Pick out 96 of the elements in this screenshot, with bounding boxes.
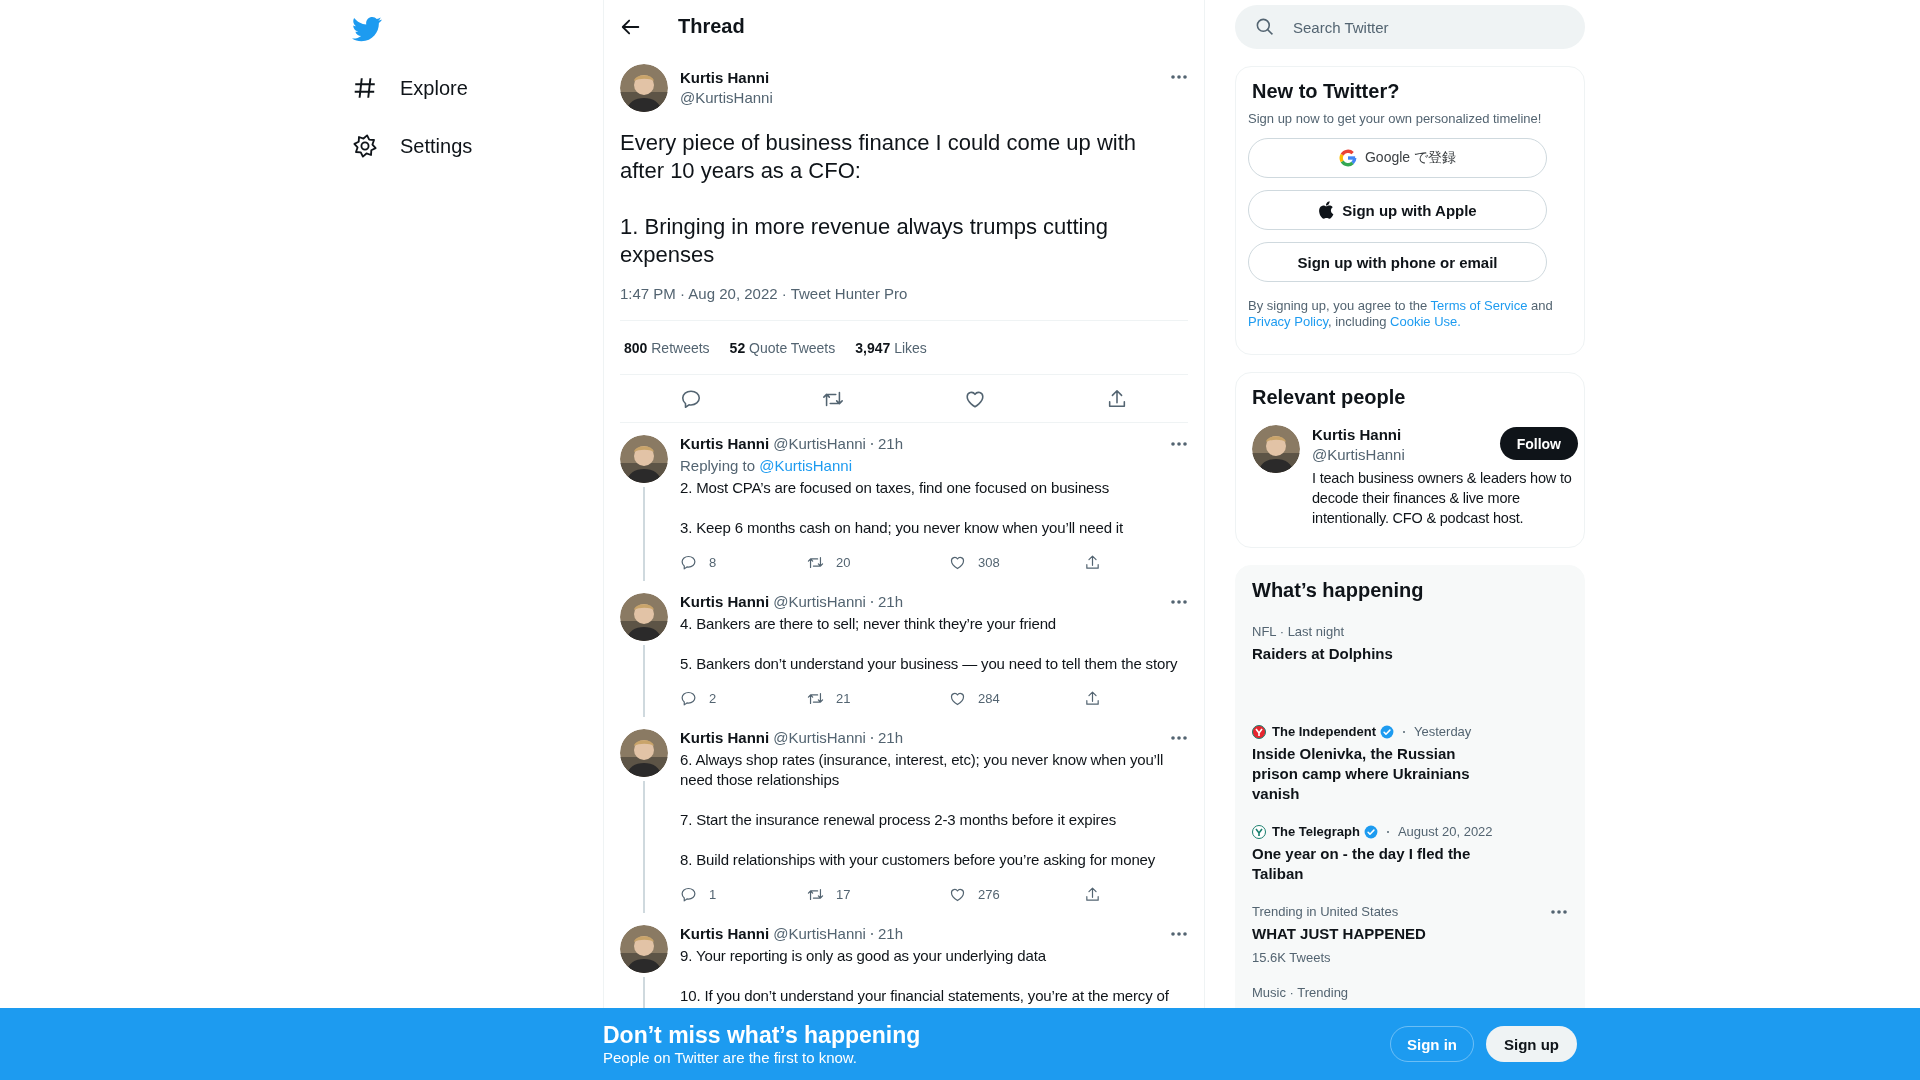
author-handle: @KurtisHanni (773, 728, 866, 748)
news-source: The Independent (1272, 724, 1376, 740)
retweet-icon (807, 886, 824, 903)
tweet-text: 2. Most CPA’s are focused on taxes, find one focused on business 3. Keep 6 months cash on hand; you never know when you’ll need it (680, 478, 1125, 538)
news-source: The Telegraph (1272, 824, 1360, 840)
banner-title: Don’t miss what’s happening (603, 1021, 922, 1049)
retweet-button[interactable]: 20 (807, 552, 851, 573)
news-time: Yesterday (1414, 724, 1472, 740)
author-handle: @KurtisHanni (773, 434, 866, 454)
author-handle: @KurtisHanni (680, 88, 774, 108)
author-handle: @KurtisHanni (773, 592, 866, 612)
settings-icon (352, 133, 378, 159)
twitter-bird-icon[interactable] (352, 14, 382, 44)
tweet-timestamp: 1:47 PM · Aug 20, 2022 · Tweet Hunter Pro (620, 284, 909, 304)
more-button[interactable] (1170, 931, 1188, 937)
search-field[interactable]: Search Twitter (1235, 5, 1585, 49)
person-bio: I teach business owners & leaders how to decode their finances & live more intentionally. CFO & podcast host. (1312, 469, 1573, 528)
person-handle: @KurtisHanni (1312, 445, 1406, 465)
signup-button[interactable]: Sign up with Apple (1248, 190, 1547, 230)
card-title: Relevant people (1252, 385, 1407, 409)
signup-button[interactable]: Sign up with phone or email (1248, 242, 1547, 282)
author-name: Kurtis Hanni (680, 592, 770, 612)
avatar[interactable] (1252, 425, 1300, 473)
retweet-button[interactable]: 17 (807, 884, 851, 905)
search-icon (1255, 17, 1274, 36)
more-button[interactable] (1170, 599, 1188, 605)
reply-button[interactable]: 2 (680, 688, 717, 709)
reply-button[interactable]: 1 (680, 884, 717, 905)
heart-icon (949, 886, 966, 903)
tweet-time: 21h (877, 924, 903, 944)
tweet-text: 4. Bankers are there to sell; never think they’re your friend 5. Bankers don’t understand your business — you need to tell them the story (680, 614, 1179, 674)
signup-button[interactable]: Google で登録 (1248, 138, 1547, 178)
avatar[interactable] (620, 593, 668, 641)
avatar[interactable] (620, 729, 668, 777)
retweet-button[interactable]: 21 (807, 688, 851, 709)
author-name: Kurtis Hanni (680, 728, 770, 748)
card-title: New to Twitter? (1251, 79, 1401, 103)
reply-button[interactable]: 8 (680, 552, 717, 573)
tweet-time: 21h (877, 728, 903, 748)
author-handle: @KurtisHanni (773, 924, 866, 944)
more-button[interactable] (1170, 735, 1188, 741)
share-icon (1106, 387, 1128, 410)
avatar[interactable] (620, 435, 668, 483)
person-name: Kurtis Hanni (1312, 425, 1403, 445)
stat-link[interactable]: 800 Retweets (624, 339, 710, 356)
heart-icon (949, 554, 966, 571)
more-button[interactable] (1170, 441, 1188, 447)
retweet-icon (807, 690, 824, 707)
tweet-time: 21h (877, 434, 903, 454)
comment-icon (680, 387, 702, 410)
follow-button[interactable]: Follow (1499, 427, 1578, 460)
trend-context: Trending in United States (1252, 904, 1399, 920)
nav-link[interactable]: Explore (352, 59, 468, 117)
card-title: What’s happening (1252, 578, 1425, 602)
stat-link[interactable]: 52 Quote Tweets (729, 339, 836, 356)
share-icon (1084, 690, 1101, 707)
more-button[interactable] (1550, 909, 1568, 915)
trend-context: Music · Trending (1252, 985, 1349, 1001)
tweet-time: 21h (877, 592, 903, 612)
comment-icon (680, 690, 697, 707)
retweet-icon (807, 554, 824, 571)
news-time: August 20, 2022 (1397, 824, 1493, 840)
google-logo-icon (1338, 149, 1357, 167)
share-icon (1084, 554, 1101, 571)
author-name: Kurtis Hanni (680, 434, 770, 454)
heart-icon (949, 690, 966, 707)
trend-context: NFL · Last night (1252, 624, 1344, 640)
share-icon (1084, 886, 1101, 903)
stat-link[interactable]: 3,947 Likes (855, 339, 927, 356)
avatar[interactable] (620, 64, 668, 112)
author-name: Kurtis Hanni (680, 924, 770, 944)
trend-title[interactable]: Raiders at Dolphins (1252, 644, 1568, 664)
tweet-text: Every piece of business finance I could come up with after 10 years as a CFO: 1. Bringing in more revenue always trumps cutting expenses (620, 129, 1138, 269)
trend-title[interactable]: WHAT JUST HAPPENED (1252, 924, 1568, 944)
banner-subtitle: People on Twitter are the first to know. (603, 1049, 859, 1067)
news-headline[interactable]: One year on - the day I fled the Taliban (1252, 844, 1492, 884)
tweet-count: 15.6K Tweets (1252, 950, 1332, 965)
legal-text: By signing up, you agree to the Terms of Service and Privacy Policy, including Cookie Use. (1248, 298, 1554, 330)
comment-icon (680, 554, 697, 571)
tweet-text: 6. Always shop rates (insurance, interest, etc); you never know when you’ll need those relationships 7. Start the insurance renewal process 2-3 months before it expires 8. Build relationships with your customers before you’re asking for money (680, 750, 1165, 870)
replying-to-text: Replying to @KurtisHanni (680, 456, 853, 476)
avatar[interactable] (620, 925, 668, 973)
hashtag-icon (352, 75, 378, 101)
page-title: Thread (678, 15, 745, 38)
nav-link[interactable]: Settings (352, 117, 473, 175)
author-name: Kurtis Hanni (680, 68, 771, 88)
comment-icon (680, 886, 697, 903)
like-button[interactable]: 284 (949, 688, 1000, 709)
apple-logo-icon (1318, 201, 1335, 219)
more-button[interactable] (1170, 74, 1188, 80)
like-button[interactable]: 308 (949, 552, 1000, 573)
news-headline[interactable]: Inside Olenivka, the Russian prison camp where Ukrainians vanish (1252, 744, 1492, 804)
like-button[interactable]: 276 (949, 884, 1000, 905)
tweet-text: 9. Your reporting is only as good as your underlying data 10. If you don’t understand your financial statements, you’re at the mercy of (680, 946, 1170, 1006)
sign-up-button[interactable]: Sign up (1486, 1026, 1577, 1062)
signup-subtitle: Sign up now to get your own personalized timeline! (1248, 111, 1543, 126)
